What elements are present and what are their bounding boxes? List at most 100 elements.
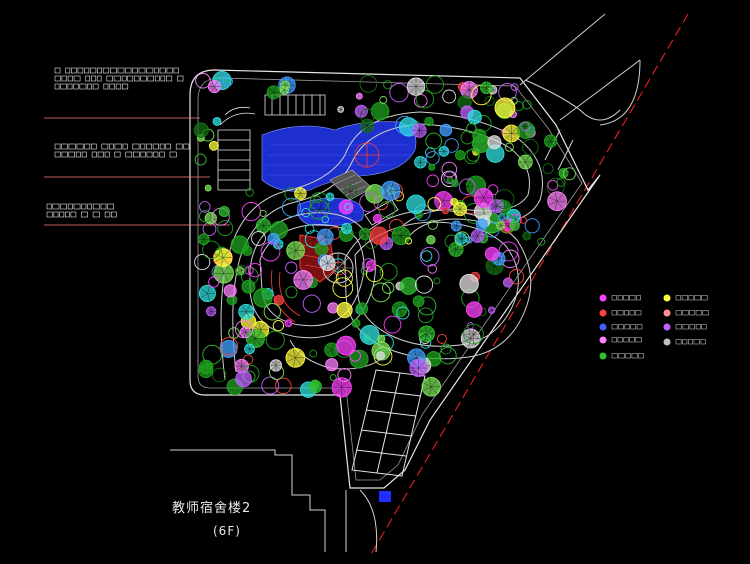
plant-symbol [509, 220, 520, 231]
note-glyph [140, 143, 146, 150]
plant-symbol [341, 222, 353, 234]
cad-drawing: 教师宿舍楼2 (6F) [0, 0, 750, 564]
plant-symbol [463, 323, 484, 345]
plant-symbol [198, 284, 216, 302]
plant-symbol [285, 286, 298, 299]
note-glyph [92, 203, 100, 210]
note-glyph [134, 75, 140, 82]
plant-symbol [441, 161, 458, 178]
plant-symbol [195, 73, 211, 89]
plant-symbol [228, 327, 240, 339]
note-glyph [132, 143, 140, 150]
note-glyph [84, 143, 91, 150]
landscape-site-plan [44, 13, 709, 557]
note-glyph [81, 203, 87, 210]
plant-symbol [414, 155, 427, 169]
plant-symbol [383, 315, 402, 334]
plant-symbol [444, 138, 459, 153]
plant-symbol [419, 246, 440, 267]
building-label: 教师宿舍楼2 [172, 501, 252, 516]
plant-symbol [208, 140, 219, 151]
note-glyph [173, 67, 179, 74]
plant-symbol [198, 359, 214, 375]
note-glyph [61, 151, 68, 158]
plant-symbol [522, 231, 532, 241]
note-glyph [133, 151, 140, 158]
plant-symbol [406, 194, 426, 215]
note-glyph [54, 83, 60, 90]
plant-symbol [279, 85, 289, 95]
plant-symbol [475, 218, 488, 231]
plant-symbol [522, 138, 539, 156]
plant-symbol [464, 149, 479, 165]
note-glyph [67, 203, 73, 210]
plant-symbol [263, 303, 281, 321]
note-glyph [132, 67, 138, 74]
plant-symbol [452, 202, 468, 217]
plant-symbol [337, 105, 345, 113]
plant-symbol [425, 151, 440, 166]
plant-symbol [244, 343, 255, 355]
plant-symbol [359, 75, 378, 93]
note-glyph [113, 75, 121, 82]
plant-symbol [442, 89, 457, 104]
plant-symbol [238, 303, 255, 320]
plant-symbol [438, 146, 450, 157]
plant-symbol [391, 226, 411, 246]
plant-symbol [406, 77, 426, 96]
note-glyph [61, 143, 68, 150]
note-glyph [122, 143, 128, 150]
note-glyph [79, 83, 87, 90]
note-glyph [154, 75, 160, 82]
note-glyph [73, 75, 81, 82]
note-glyph [97, 67, 103, 74]
note-glyph [127, 75, 134, 82]
plant-symbol [241, 279, 256, 294]
note-glyph [125, 151, 133, 158]
plant-symbol [524, 218, 540, 234]
plant-symbol [241, 245, 253, 257]
plant-symbol [391, 301, 408, 318]
note-glyph [103, 83, 109, 90]
note-glyph [84, 67, 90, 74]
plant-symbol [520, 121, 530, 131]
plant-symbol [383, 80, 393, 90]
plant-symbol [358, 227, 372, 241]
plant-symbol [380, 180, 401, 201]
plant-symbol [302, 294, 321, 313]
plant-symbol [275, 377, 292, 395]
plant-symbol [399, 277, 418, 295]
note-glyph [159, 67, 166, 74]
plant-symbol [508, 269, 525, 285]
blue-flower-icon [599, 323, 643, 331]
note-glyph [60, 203, 67, 210]
note-glyph [114, 151, 121, 158]
plant-symbol [441, 207, 450, 215]
note-glyph [159, 143, 165, 150]
note-glyph [166, 75, 173, 82]
plant-symbol [562, 167, 576, 181]
plant-symbol [424, 116, 434, 127]
plant-symbol [437, 333, 447, 344]
plant-symbol [484, 246, 500, 261]
plant-symbol [502, 277, 514, 288]
note-glyph [54, 151, 61, 158]
plant-symbol [417, 307, 434, 324]
note-glyph [102, 67, 110, 74]
plant-symbol [513, 101, 524, 112]
note-glyph [67, 83, 73, 90]
plant-symbol [316, 228, 334, 246]
note-glyph [110, 67, 117, 74]
note-glyph [104, 151, 110, 158]
plant-symbol [259, 209, 267, 217]
note-glyph [97, 151, 104, 158]
flower-shrub-icon [599, 294, 641, 302]
note-glyph [183, 143, 190, 150]
note-glyph [85, 75, 91, 82]
plant-symbol [266, 85, 281, 100]
plant-symbol [480, 81, 493, 95]
note-glyph [109, 83, 115, 90]
plant-symbol [251, 231, 266, 246]
plant-symbol [218, 205, 230, 218]
plant-symbol [439, 123, 453, 137]
